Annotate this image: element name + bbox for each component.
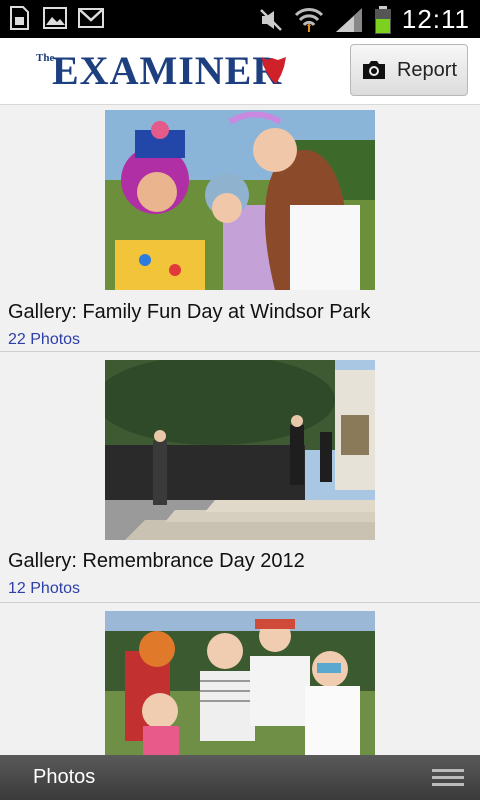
app-header: The EXAMINER Report xyxy=(0,38,480,105)
gallery-title[interactable]: Gallery: Family Fun Day at Windsor Park xyxy=(8,301,370,324)
gmail-icon xyxy=(78,8,104,28)
gallery-item-family-fun-day[interactable]: Gallery: Family Fun Day at Windsor Park … xyxy=(0,105,480,352)
signal-icon xyxy=(335,7,362,32)
section-title: Photos xyxy=(33,766,96,788)
bottom-bar: Photos xyxy=(0,755,480,800)
sd-card-icon xyxy=(10,6,29,30)
report-button[interactable]: Report xyxy=(350,44,468,96)
photo-count[interactable]: 22 Photos xyxy=(8,331,80,349)
gallery-item-3[interactable] xyxy=(0,603,480,755)
logo-wordmark: EXAMINER xyxy=(52,48,283,93)
photo-count[interactable]: 12 Photos xyxy=(8,580,80,598)
gallery-item-remembrance-day[interactable]: Gallery: Remembrance Day 2012 12 Photos xyxy=(0,352,480,603)
gallery-thumbnail[interactable] xyxy=(105,611,375,755)
tasmania-icon xyxy=(262,57,286,84)
wifi-icon xyxy=(294,7,323,32)
clock: 12:11 xyxy=(401,4,470,34)
gallery-title[interactable]: Gallery: Remembrance Day 2012 xyxy=(8,550,305,573)
mute-icon xyxy=(259,8,282,31)
menu-icon[interactable] xyxy=(432,769,464,787)
gallery-list[interactable]: Gallery: Family Fun Day at Windsor Park … xyxy=(0,105,480,755)
image-icon xyxy=(43,7,67,29)
camera-icon xyxy=(362,61,385,79)
status-bar: 12:11 xyxy=(0,0,480,38)
gallery-thumbnail[interactable] xyxy=(105,110,375,290)
report-label: Report xyxy=(396,58,458,81)
battery-icon xyxy=(374,5,391,34)
gallery-thumbnail[interactable] xyxy=(105,360,375,540)
